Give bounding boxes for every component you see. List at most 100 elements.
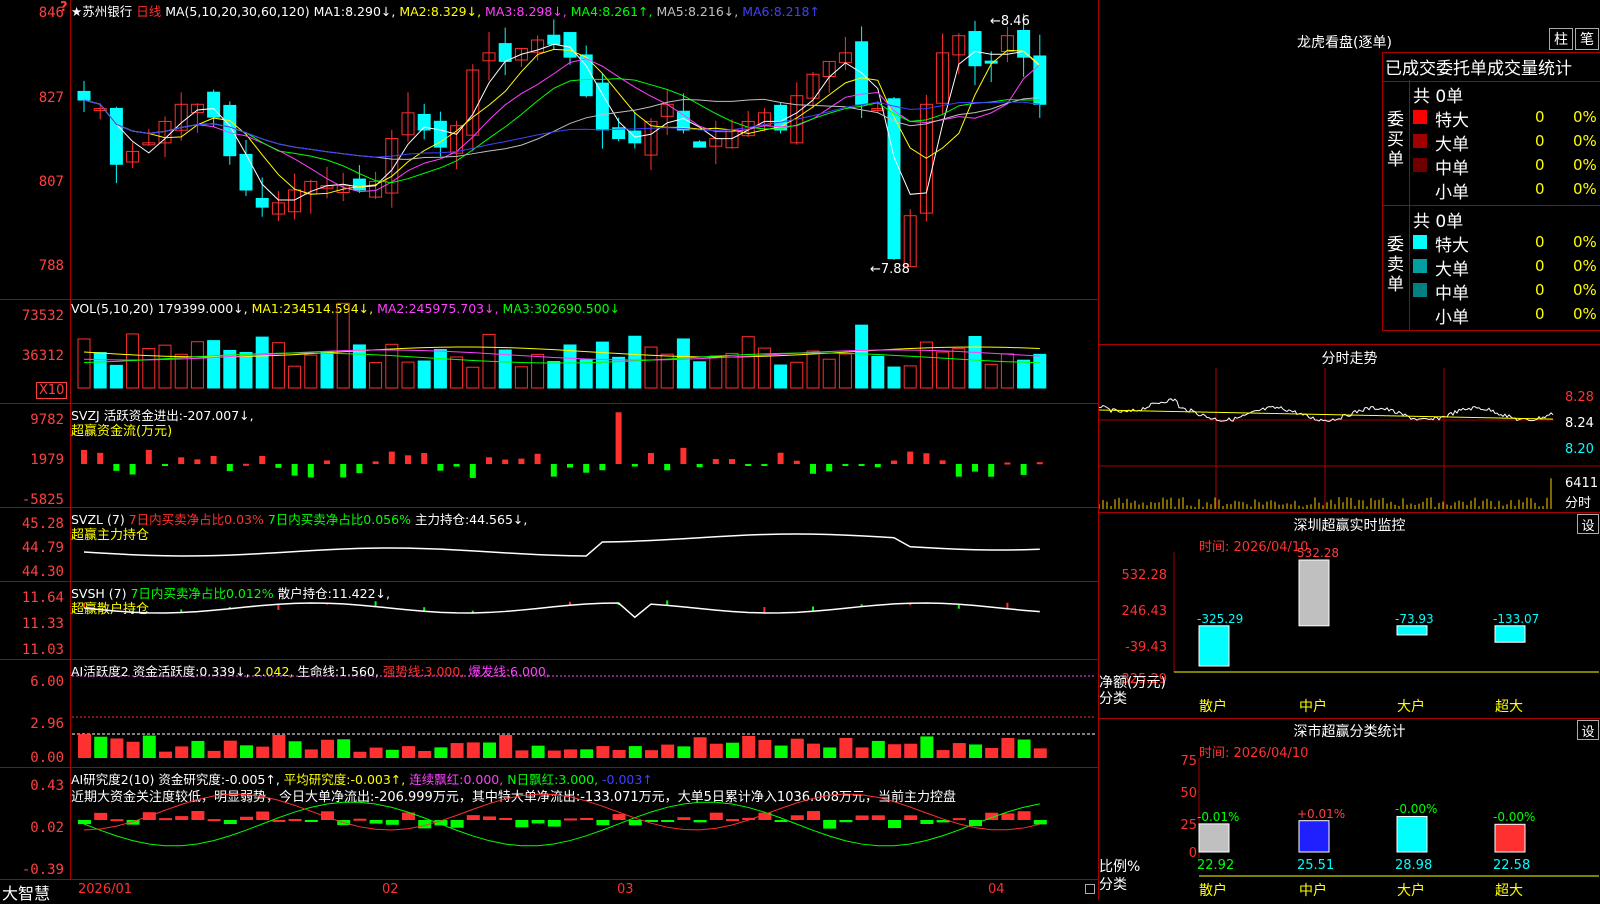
volume-bar (1000, 353, 1014, 389)
volume-bar (968, 335, 982, 389)
tick-view-button[interactable]: 笔 (1575, 28, 1599, 50)
research-bar (888, 820, 901, 829)
activity-bar (823, 747, 837, 758)
volume-chart[interactable] (0, 300, 1098, 404)
volume-panel[interactable]: VOL(5,10,20) 179399.000↓, MA1:234514.594… (0, 300, 1098, 404)
high-value: 8.46 (1000, 14, 1030, 29)
activity-bar (904, 743, 918, 758)
svzl-panel[interactable]: SVZL (7) 7日内买卖净占比0.03% 7日内买卖净占比0.056% 主力… (0, 508, 1098, 582)
ai-activity-panel[interactable]: AI活跃度2 资金活跃度:0.339↓, 2.042, 生命线:1.560, 强… (0, 660, 1098, 768)
candlestick-chart[interactable] (0, 0, 1098, 300)
volume-bar (903, 365, 917, 389)
lock-icon[interactable] (1085, 884, 1095, 894)
legend-swatch (1413, 283, 1427, 297)
intraday-panel[interactable]: 分时走势 8.28 8.24 8.20 6411 分时 (1099, 344, 1600, 513)
date-tick: 02 (382, 882, 399, 897)
volume-bar (190, 341, 204, 389)
fund-flow-bar (259, 455, 266, 464)
activity-bar (969, 744, 982, 758)
fund-flow-bar (129, 464, 136, 475)
fund-flow-bar (340, 464, 347, 478)
activity-bar (418, 750, 432, 758)
research-bar (304, 820, 318, 822)
activity-bar (645, 750, 658, 758)
research-bar (807, 811, 820, 820)
activity-bar (272, 734, 286, 758)
sz-stats-category: 中户 (1299, 883, 1327, 899)
volume-bar (741, 336, 755, 389)
svzj-panel[interactable]: SVZJ 活跃资金进出:-207.007↓, 超赢资金流(万元) 9782 19… (0, 404, 1098, 508)
volume-bar (77, 338, 91, 389)
fund-flow-bar (502, 459, 509, 464)
fund-flow-bar (388, 451, 395, 464)
low-label: ←7.88 (870, 262, 910, 277)
activity-bar (1033, 748, 1047, 758)
volume-bar (919, 341, 933, 389)
sz-monitor-panel[interactable]: 深圳超赢实时监控 设 时间: 2026/04/10 532.28 246.43 … (1099, 512, 1600, 719)
activity-bar (693, 737, 707, 758)
sz-stats-change: +0.01% (1297, 806, 1346, 821)
low-value: 7.88 (880, 262, 910, 277)
research-bar (515, 820, 529, 828)
research-bar (920, 820, 934, 825)
brand-logo[interactable]: 大智慧 (2, 880, 50, 904)
svsh-chart[interactable] (0, 582, 1098, 660)
intraday-vol-unit: 分时 (1565, 496, 1592, 511)
research-bar (564, 818, 577, 821)
ai-research-chart[interactable] (0, 768, 1098, 880)
volume-bar (579, 359, 593, 389)
activity-bar (952, 743, 966, 758)
intraday-avg-line (1099, 409, 1554, 420)
sz-monitor-bar (1298, 559, 1330, 627)
ai-research-panel[interactable]: AI研究度2(10) 资金研究度:-0.005↑, 平均研究度:-0.003↑,… (0, 768, 1098, 880)
volume-bar (288, 365, 302, 389)
activity-bar (466, 742, 480, 758)
order-size-label: 特大 (1435, 111, 1469, 131)
legend-swatch (1413, 110, 1427, 124)
candle-body (255, 197, 269, 208)
activity-bar (175, 746, 189, 758)
fund-flow-bar (712, 459, 719, 464)
fund-flow-bar (923, 453, 930, 464)
price-panel[interactable]: ? ★苏州银行 日线 MA(5,10,20,30,60,120) MA1:8.2… (0, 0, 1098, 300)
legend-swatch (1413, 259, 1427, 273)
buy-total: 共 0单 (1413, 87, 1464, 107)
fund-flow-bar (1020, 464, 1027, 475)
order-pct: 0% (1573, 257, 1597, 275)
research-bar (904, 815, 918, 820)
intraday-chart[interactable] (1099, 344, 1600, 512)
fund-flow-bar (907, 451, 914, 464)
activity-bar (985, 747, 999, 758)
candle-body (693, 141, 707, 148)
sz-stats-bar (1396, 815, 1428, 853)
research-bar (547, 820, 561, 827)
research-bar (693, 820, 707, 823)
sz-monitor-bar (1396, 625, 1428, 636)
activity-bar (596, 746, 610, 758)
research-bar (223, 820, 237, 825)
activity-bar (855, 747, 869, 758)
research-bar (661, 820, 675, 822)
sz-stats-panel[interactable]: 深市超赢分类统计 设 时间: 2026/04/10 75 50 25 0 比例%… (1099, 718, 1600, 900)
candle-body (984, 60, 998, 64)
volume-bar (304, 354, 318, 389)
fund-flow-bar (826, 464, 833, 472)
svsh-panel[interactable]: SVSH (7) 7日内买卖净占比0.012% 散户持仓:11.422↓, 超赢… (0, 582, 1098, 660)
svzj-chart[interactable] (0, 404, 1098, 508)
research-bar (612, 814, 626, 820)
bar-view-button[interactable]: 柱 (1549, 28, 1573, 50)
fund-flow-bar (583, 464, 590, 473)
svzl-chart[interactable] (0, 508, 1098, 582)
fund-flow-bar (453, 464, 460, 467)
fund-flow-bar (550, 464, 557, 477)
order-size-label: 特大 (1435, 236, 1469, 256)
longhu-tabs[interactable]: 已成交委托单成交量统计 (1385, 54, 1572, 79)
activity-bar (547, 750, 561, 758)
order-pct: 0% (1573, 233, 1597, 251)
volume-bar (466, 366, 480, 389)
activity-bar (337, 739, 351, 758)
ai-activity-chart[interactable] (0, 660, 1098, 768)
order-size-label: 小单 (1435, 308, 1469, 328)
fund-flow-bar (745, 464, 752, 466)
volume-bar (239, 351, 253, 389)
